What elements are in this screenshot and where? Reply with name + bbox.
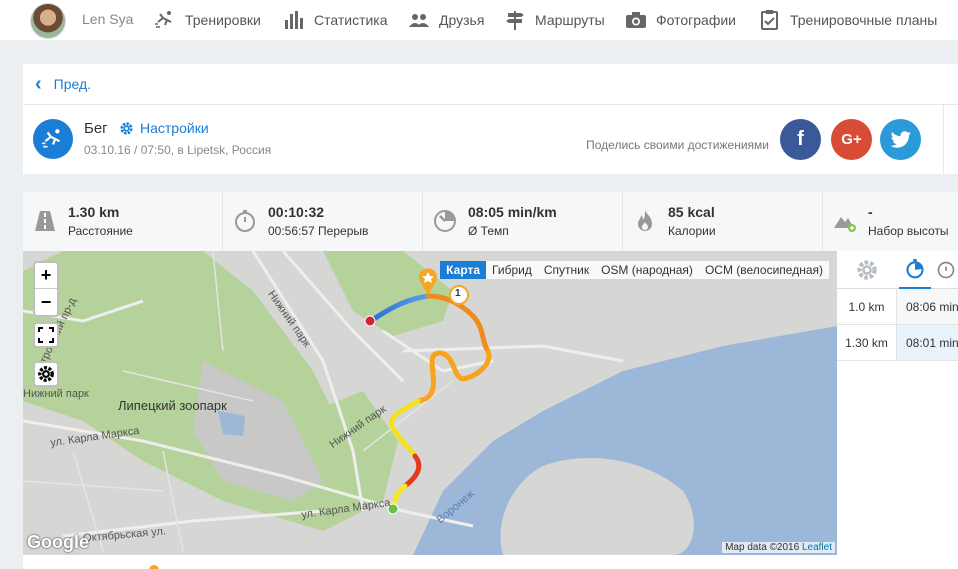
stat-value: -	[868, 204, 873, 220]
tab-lap-pace[interactable]	[933, 251, 958, 289]
friends-icon	[409, 14, 429, 27]
zoom-control: + −	[33, 261, 59, 317]
bottom-strip	[23, 555, 837, 569]
stat-label: 00:56:57 Перерыв	[268, 224, 369, 238]
stat-label: Набор высоты	[868, 224, 949, 238]
laps-panel: 1.0 km 08:06 min/km 1.30 km 08:01 min/km	[837, 251, 958, 569]
zoom-in-button[interactable]: +	[35, 263, 57, 289]
lap-distance: 1.0 km	[837, 289, 897, 324]
table-row[interactable]: 1.0 km 08:06 min/km	[837, 289, 958, 325]
map-layer-tabs: Карта Гибрид Спутник OSM (народная) OCM …	[440, 261, 829, 279]
stat-pace: 08:05 min/km Ø Темп	[423, 192, 623, 251]
lap-pace: 08:06 min/km	[897, 289, 958, 324]
twitter-share-button[interactable]	[880, 119, 921, 160]
share-label: Поделись своими достижениями	[586, 138, 769, 152]
bar-chart-icon	[285, 11, 303, 29]
stat-value: 1.30 km	[68, 204, 120, 220]
pace-gauge-icon	[434, 210, 456, 232]
facebook-share-button[interactable]: f	[780, 119, 821, 160]
layer-tab-hybrid[interactable]: Гибрид	[486, 261, 538, 279]
workout-meta: 03.10.16 / 07:50, в Lipetsk, Россия	[84, 143, 272, 157]
nav-item-routes[interactable]: Маршруты	[504, 10, 605, 30]
zoom-out-button[interactable]: −	[35, 289, 57, 315]
google-plus-icon: G+	[841, 131, 862, 148]
nav-item-training-plans[interactable]: Тренировочные планы	[759, 10, 937, 30]
nav-label: Статистика	[314, 12, 388, 28]
tab-lap-time[interactable]	[899, 251, 931, 289]
stat-value: 08:05 min/km	[468, 204, 557, 220]
road-icon	[35, 211, 55, 231]
nav-label: Фотографии	[656, 12, 737, 28]
layer-tab-osm[interactable]: OSM (народная)	[595, 261, 699, 279]
top-navigation: Len Sya Тренировки Статистика Друзья Мар…	[0, 0, 958, 40]
table-row[interactable]: 1.30 km 08:01 min/km	[837, 325, 958, 361]
map-attribution: Map data ©2016 Leaflet	[722, 542, 835, 553]
gear-icon	[120, 121, 133, 135]
stat-elevation: - Набор высоты	[823, 192, 958, 251]
workout-header: Бег Настройки 03.10.16 / 07:50, в Lipets…	[23, 105, 958, 175]
laps-tabs	[837, 251, 958, 289]
divider	[943, 105, 944, 175]
nav-label: Тренировки	[185, 12, 261, 28]
map-label-park: Нижний парк	[23, 388, 89, 400]
workout-stats: 1.30 km Расстояние 00:10:32 00:56:57 Пер…	[23, 192, 958, 251]
stat-distance: 1.30 km Расстояние	[23, 192, 223, 251]
facebook-icon: f	[797, 128, 804, 150]
map-settings-button[interactable]	[33, 361, 59, 387]
twitter-icon	[890, 130, 911, 148]
lap-marker[interactable]: 1	[455, 288, 461, 299]
attribution-text: Map data ©2016	[725, 542, 800, 553]
fullscreen-icon	[38, 327, 54, 343]
layer-tab-map[interactable]: Карта	[440, 261, 487, 279]
gear-icon	[857, 260, 877, 280]
nav-label: Маршруты	[535, 12, 605, 28]
lap-distance: 1.30 km	[837, 325, 897, 360]
gear-icon	[38, 366, 54, 382]
pace-gauge-icon	[937, 261, 954, 279]
nav-item-photos[interactable]: Фотографии	[625, 10, 736, 30]
stat-value: 00:10:32	[268, 204, 325, 220]
sport-name: Бег	[84, 120, 108, 137]
layer-tab-satellite[interactable]: Спутник	[538, 261, 595, 279]
nav-label: Друзья	[439, 12, 485, 28]
spacer	[0, 174, 958, 192]
fullscreen-button[interactable]	[33, 322, 59, 348]
google-plus-share-button[interactable]: G+	[831, 119, 872, 160]
settings-label: Настройки	[140, 120, 209, 136]
stopwatch-icon	[235, 210, 255, 232]
stat-label: Калории	[668, 224, 716, 238]
signpost-icon	[506, 11, 524, 30]
workout-runner-icon	[155, 11, 172, 28]
clipboard-check-icon	[761, 10, 778, 30]
mountain-icon	[834, 217, 856, 232]
nav-item-friends[interactable]: Друзья	[408, 10, 484, 30]
map-label-zoo: Липецкий зоопарк	[118, 398, 227, 413]
stat-calories: 85 kcal Калории	[623, 192, 823, 251]
flame-icon	[638, 210, 652, 231]
workout-card: ‹ Пред. Бег Настройки 03.10.16 / 07:50, …	[23, 64, 958, 175]
back-link[interactable]: ‹ Пред.	[23, 64, 958, 105]
avatar[interactable]	[30, 3, 66, 39]
marker-dot	[149, 565, 159, 569]
nav-item-workouts[interactable]: Тренировки	[154, 10, 261, 30]
settings-link[interactable]: Настройки	[119, 120, 209, 136]
stat-label: Расстояние	[68, 224, 133, 238]
lap-pace: 08:01 min/km	[897, 325, 958, 360]
camera-icon	[626, 12, 646, 28]
stopwatch-icon	[906, 259, 924, 279]
back-label: Пред.	[53, 76, 92, 92]
tab-lap-settings[interactable]	[837, 251, 897, 289]
google-logo: Google	[27, 532, 89, 552]
stat-value: 85 kcal	[668, 204, 715, 220]
layer-tab-ocm[interactable]: OCM (велосипедная)	[699, 261, 829, 279]
nav-user-name[interactable]: Len Sya	[82, 11, 133, 27]
leaflet-link[interactable]: Leaflet	[802, 542, 832, 553]
chevron-left-icon: ‹	[35, 73, 42, 95]
running-sport-icon	[33, 119, 73, 159]
stat-duration: 00:10:32 00:56:57 Перерыв	[223, 192, 423, 251]
stat-label: Ø Темп	[468, 224, 509, 238]
nav-item-statistics[interactable]: Статистика	[283, 10, 388, 30]
route-map[interactable]: Нижний парк Нижний парк Нижний парк Липе…	[23, 251, 837, 555]
nav-label: Тренировочные планы	[790, 12, 938, 28]
